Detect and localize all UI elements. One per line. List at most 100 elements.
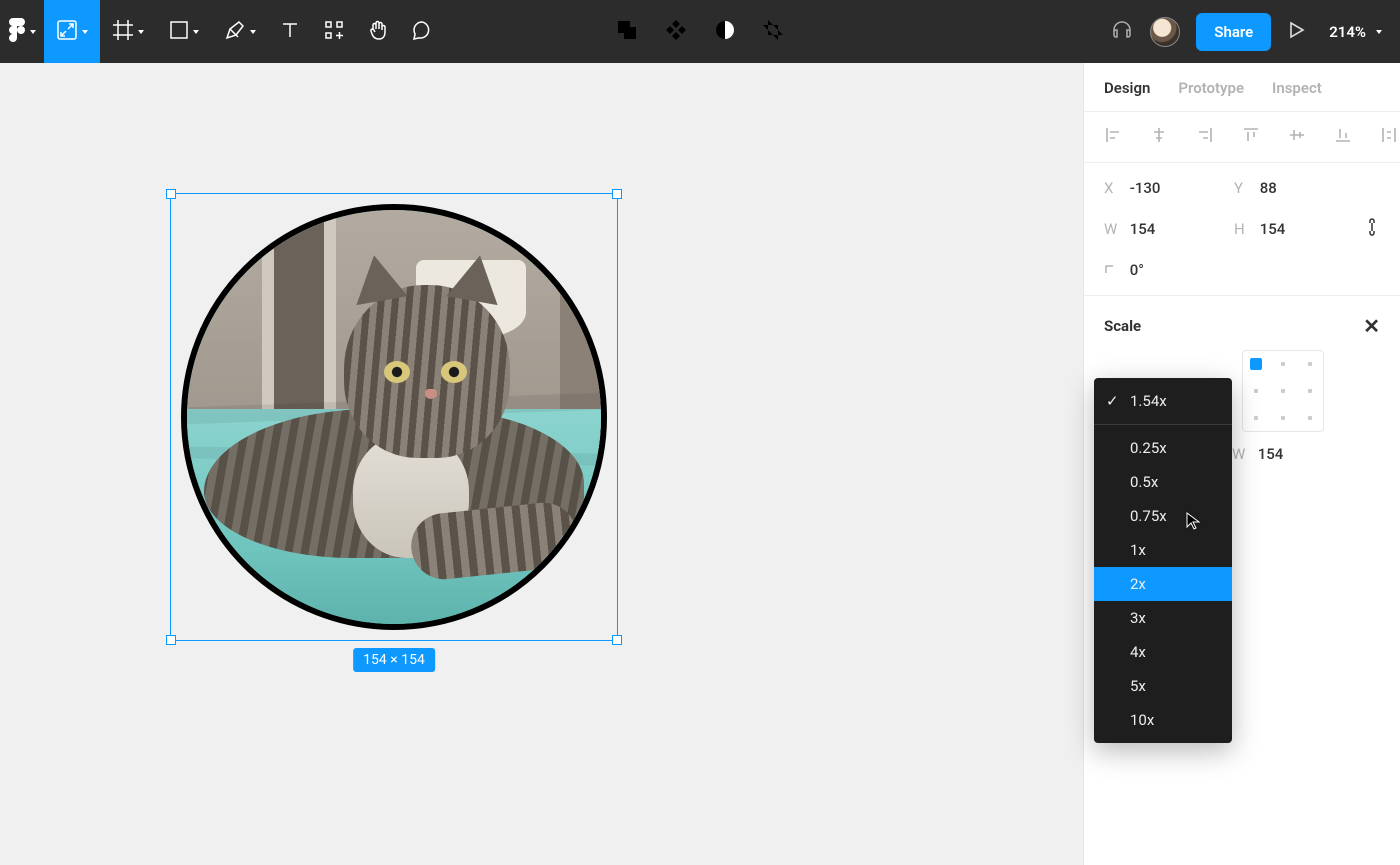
scale-tool-button[interactable] xyxy=(44,0,100,63)
chevron-down-icon xyxy=(30,30,36,34)
resize-handle-tr[interactable] xyxy=(612,189,622,199)
tab-prototype[interactable]: Prototype xyxy=(1178,79,1244,111)
resize-handle-bl[interactable] xyxy=(166,635,176,645)
properties-panel: Design Prototype Inspect X -130 Y 88 W 1… xyxy=(1083,63,1400,865)
selected-image-frame[interactable] xyxy=(181,204,607,630)
tab-design[interactable]: Design xyxy=(1104,79,1150,111)
origin-center[interactable] xyxy=(1281,389,1285,393)
hand-tool-button[interactable] xyxy=(356,0,400,63)
origin-top-left[interactable] xyxy=(1250,358,1262,370)
zoom-label: 214% xyxy=(1329,23,1366,41)
scale-section-header: Scale ✕ xyxy=(1084,296,1400,350)
panel-tabs: Design Prototype Inspect xyxy=(1084,63,1400,112)
dropdown-separator xyxy=(1094,424,1232,425)
scale-origin-grid[interactable] xyxy=(1242,350,1324,432)
pen-tool-button[interactable] xyxy=(212,0,268,63)
scale-option[interactable]: ✓0.25x xyxy=(1094,431,1232,465)
resize-handle-tl[interactable] xyxy=(166,189,176,199)
rotation-icon xyxy=(1104,261,1126,279)
toolbar-left xyxy=(0,0,444,63)
scale-option-current[interactable]: ✓ 1.54x xyxy=(1094,384,1232,418)
chevron-down-icon xyxy=(82,30,88,34)
scale-option-label: 4x xyxy=(1130,643,1146,661)
scale-title: Scale xyxy=(1104,317,1141,335)
origin-bot-center[interactable] xyxy=(1281,416,1285,420)
origin-top-right[interactable] xyxy=(1308,362,1312,366)
figma-logo-icon xyxy=(8,17,26,47)
prop-h[interactable]: H 154 xyxy=(1234,220,1364,238)
tab-inspect[interactable]: Inspect xyxy=(1272,79,1322,111)
hand-tool-icon xyxy=(367,19,389,45)
scale-option-label: 2x xyxy=(1130,575,1146,593)
toolbar-right: Share 214% xyxy=(1110,13,1390,51)
scale-option-label: 1.54x xyxy=(1130,392,1167,410)
align-left-icon[interactable] xyxy=(1104,126,1122,148)
scale-option[interactable]: ✓10x xyxy=(1094,703,1232,737)
transform-properties: X -130 Y 88 W 154 H 154 0° xyxy=(1084,163,1400,296)
origin-bot-right[interactable] xyxy=(1308,416,1312,420)
boolean-tool-icon[interactable] xyxy=(616,19,638,45)
scale-option[interactable]: ✓0.5x xyxy=(1094,465,1232,499)
audio-chat-icon[interactable] xyxy=(1110,18,1134,46)
scale-option-label: 5x xyxy=(1130,677,1146,695)
scale-option-label: 0.5x xyxy=(1130,473,1158,491)
mask-tool-icon[interactable] xyxy=(714,19,736,45)
prop-y[interactable]: Y 88 xyxy=(1234,179,1364,197)
scale-option[interactable]: ✓1x xyxy=(1094,533,1232,567)
crop-tool-icon[interactable] xyxy=(762,19,784,45)
alignment-row xyxy=(1084,112,1400,163)
scale-option[interactable]: ✓3x xyxy=(1094,601,1232,635)
chevron-down-icon xyxy=(193,30,199,34)
origin-bot-left[interactable] xyxy=(1254,416,1258,420)
frame-tool-icon xyxy=(112,19,134,45)
align-bottom-icon[interactable] xyxy=(1334,126,1352,148)
prop-w[interactable]: W 154 xyxy=(1104,220,1234,238)
avatar[interactable] xyxy=(1150,17,1180,47)
align-hcenter-icon[interactable] xyxy=(1150,126,1168,148)
component-tool-icon[interactable] xyxy=(664,18,688,46)
chevron-down-icon xyxy=(250,30,256,34)
align-vcenter-icon[interactable] xyxy=(1288,126,1306,148)
scale-width-readout: W 154 xyxy=(1232,445,1283,463)
scale-option-label: 0.25x xyxy=(1130,439,1167,457)
scale-factor-dropdown[interactable]: ✓ 1.54x ✓0.25x✓0.5x✓0.75x✓1x✓2x✓3x✓4x✓5x… xyxy=(1094,378,1232,743)
resources-button[interactable] xyxy=(312,0,356,63)
chevron-down-icon xyxy=(138,30,144,34)
toolbar-center xyxy=(616,18,784,46)
origin-top-center[interactable] xyxy=(1281,362,1285,366)
chevron-down-icon xyxy=(1376,30,1382,34)
scale-option[interactable]: ✓4x xyxy=(1094,635,1232,669)
frame-tool-button[interactable] xyxy=(100,0,156,63)
scale-option-label: 1x xyxy=(1130,541,1146,559)
distribute-icon[interactable] xyxy=(1380,126,1398,148)
text-tool-button[interactable] xyxy=(268,0,312,63)
resources-icon xyxy=(324,20,344,44)
scale-option[interactable]: ✓2x xyxy=(1094,567,1232,601)
scale-option[interactable]: ✓0.75x xyxy=(1094,499,1232,533)
pen-tool-icon xyxy=(224,19,246,45)
comment-tool-button[interactable] xyxy=(400,0,444,63)
top-toolbar: Share 214% xyxy=(0,0,1400,63)
scale-option[interactable]: ✓5x xyxy=(1094,669,1232,703)
zoom-dropdown[interactable]: 214% xyxy=(1321,23,1390,41)
prop-rotation[interactable]: 0° xyxy=(1104,261,1234,279)
text-tool-icon xyxy=(280,20,300,44)
selection-bounds[interactable]: 154 × 154 xyxy=(170,193,618,641)
align-right-icon[interactable] xyxy=(1196,126,1214,148)
constrain-proportions-icon[interactable] xyxy=(1364,217,1380,241)
align-top-icon[interactable] xyxy=(1242,126,1260,148)
prop-x[interactable]: X -130 xyxy=(1104,179,1234,197)
present-button[interactable] xyxy=(1287,21,1305,43)
scale-option-label: 10x xyxy=(1130,711,1154,729)
scale-option-label: 3x xyxy=(1130,609,1146,627)
origin-mid-right[interactable] xyxy=(1308,389,1312,393)
share-button[interactable]: Share xyxy=(1196,13,1271,51)
figma-menu-button[interactable] xyxy=(0,0,44,63)
origin-mid-left[interactable] xyxy=(1254,389,1258,393)
shape-tool-button[interactable] xyxy=(156,0,212,63)
close-icon[interactable]: ✕ xyxy=(1363,314,1380,338)
canvas-area[interactable]: 154 × 154 xyxy=(0,63,1083,865)
comment-tool-icon xyxy=(411,19,433,45)
resize-handle-br[interactable] xyxy=(612,635,622,645)
scale-option-label: 0.75x xyxy=(1130,507,1167,525)
